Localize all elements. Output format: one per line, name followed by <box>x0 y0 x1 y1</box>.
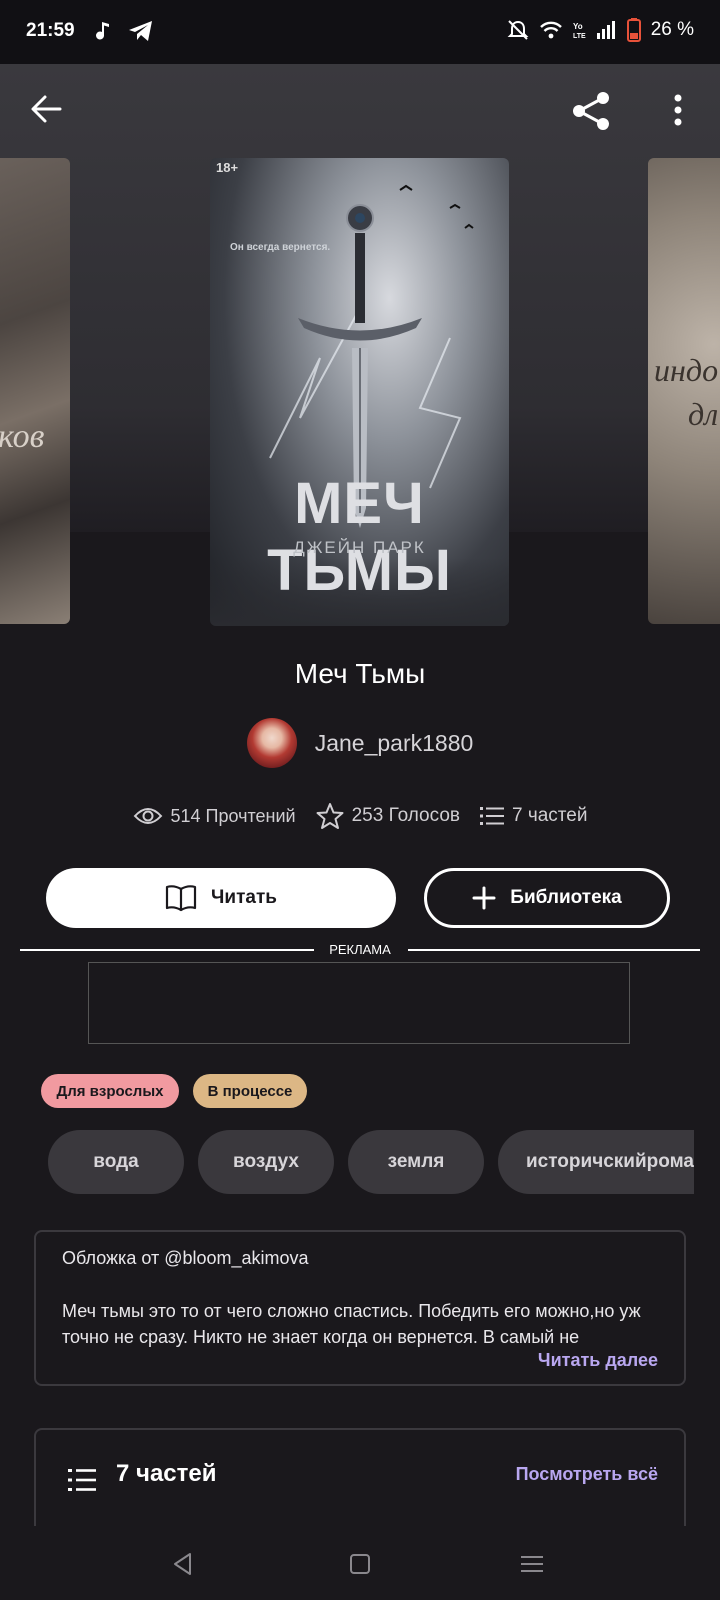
parts-stat: 7 частей <box>479 805 588 827</box>
previous-cover[interactable]: ков <box>0 158 70 624</box>
avatar[interactable] <box>246 718 297 768</box>
wifi-icon <box>539 21 562 39</box>
author-name[interactable]: Jane_park1880 <box>315 730 474 757</box>
battery-level: 26 % <box>650 19 694 40</box>
library-button-label: Библиотека <box>510 887 622 908</box>
svg-text:Yo: Yo <box>573 22 583 31</box>
bell-off-icon <box>507 20 529 40</box>
cover-carousel[interactable]: ков индо дл 18+ Он всегда вернется. МЕЧ … <box>0 64 720 634</box>
view-all-link[interactable]: Посмотреть всё <box>516 1464 658 1485</box>
tag-chip[interactable]: историчскийроман <box>498 1130 694 1194</box>
read-more-link[interactable]: Читать далее <box>538 1350 658 1371</box>
next-cover-text-2: дл <box>688 396 719 432</box>
next-cover[interactable]: индо дл <box>648 158 720 624</box>
status-bar: 21:59 Yo LTE 26 % <box>0 0 720 64</box>
tag-list[interactable]: вода воздух земля историчскийроман <box>48 1130 694 1194</box>
home-square-icon[interactable] <box>349 1553 371 1575</box>
book-stats: 514 Прочтений 253 Голосов 7 частей <box>0 802 720 830</box>
age-rating: 18+ <box>216 160 239 175</box>
svg-text:LTE: LTE <box>573 33 586 40</box>
parts-count: 7 частей <box>511 805 588 826</box>
book-open-icon <box>165 885 197 912</box>
recents-menu-icon[interactable] <box>521 1554 543 1574</box>
back-triangle-icon[interactable] <box>172 1552 194 1576</box>
volte-icon: Yo LTE <box>573 22 586 40</box>
reads-stat: 514 Прочтений <box>133 806 296 827</box>
cover-credit: Обложка от @bloom_akimova <box>62 1248 309 1268</box>
mature-badge: Для взрослых <box>41 1074 179 1108</box>
battery-icon <box>626 18 641 42</box>
read-button[interactable]: Читать <box>46 868 396 928</box>
eye-icon <box>133 808 162 824</box>
description-text: Меч тьмы это то от чего сложно спастись.… <box>62 1301 641 1347</box>
parts-card: 7 частей Посмотреть всё <box>34 1428 686 1528</box>
description-card: Обложка от @bloom_akimova Меч тьмы это т… <box>34 1230 686 1386</box>
star-icon <box>316 803 344 829</box>
reads-count: 514 Прочтений <box>170 805 296 826</box>
tag-chip[interactable]: земля <box>348 1130 484 1194</box>
cover-title: МЕЧ ТЬМЫ <box>267 471 452 603</box>
status-badge: В процессе <box>193 1074 307 1108</box>
votes-count: 253 Голосов <box>351 805 460 826</box>
add-to-library-button[interactable]: Библиотека <box>424 868 670 928</box>
system-nav-bar <box>0 1526 720 1600</box>
share-icon[interactable] <box>570 90 612 132</box>
list-icon <box>479 807 504 825</box>
music-note-icon <box>96 22 109 40</box>
telegram-icon <box>129 21 152 41</box>
parts-title: 7 частей <box>116 1460 217 1487</box>
next-cover-text-1: индо <box>654 352 719 388</box>
cover-author: ДЖЕЙН ПАРК <box>293 538 426 557</box>
plus-icon <box>472 886 496 910</box>
votes-stat: 253 Голосов <box>316 802 460 830</box>
arrow-left-icon[interactable] <box>30 94 64 124</box>
signal-icon <box>596 21 615 39</box>
previous-cover-text: ков <box>0 418 45 455</box>
author-link[interactable]: Jane_park1880 <box>0 718 720 768</box>
ad-label: РЕКЛАМА <box>329 942 391 957</box>
status-time: 21:59 <box>26 20 75 41</box>
tag-chip[interactable]: воздух <box>198 1130 334 1194</box>
more-vertical-icon[interactable] <box>672 94 684 126</box>
cover-tagline: Он всегда вернется. <box>230 242 331 253</box>
divider <box>408 949 700 951</box>
read-button-label: Читать <box>211 887 277 908</box>
divider <box>20 949 314 951</box>
book-title: Меч Тьмы <box>294 658 426 689</box>
ad-slot[interactable] <box>88 962 630 1044</box>
book-cover[interactable]: 18+ Он всегда вернется. МЕЧ ТЬМЫ ДЖЕЙН П… <box>210 158 509 626</box>
tag-chip[interactable]: вода <box>48 1130 184 1194</box>
list-icon <box>68 1469 96 1491</box>
